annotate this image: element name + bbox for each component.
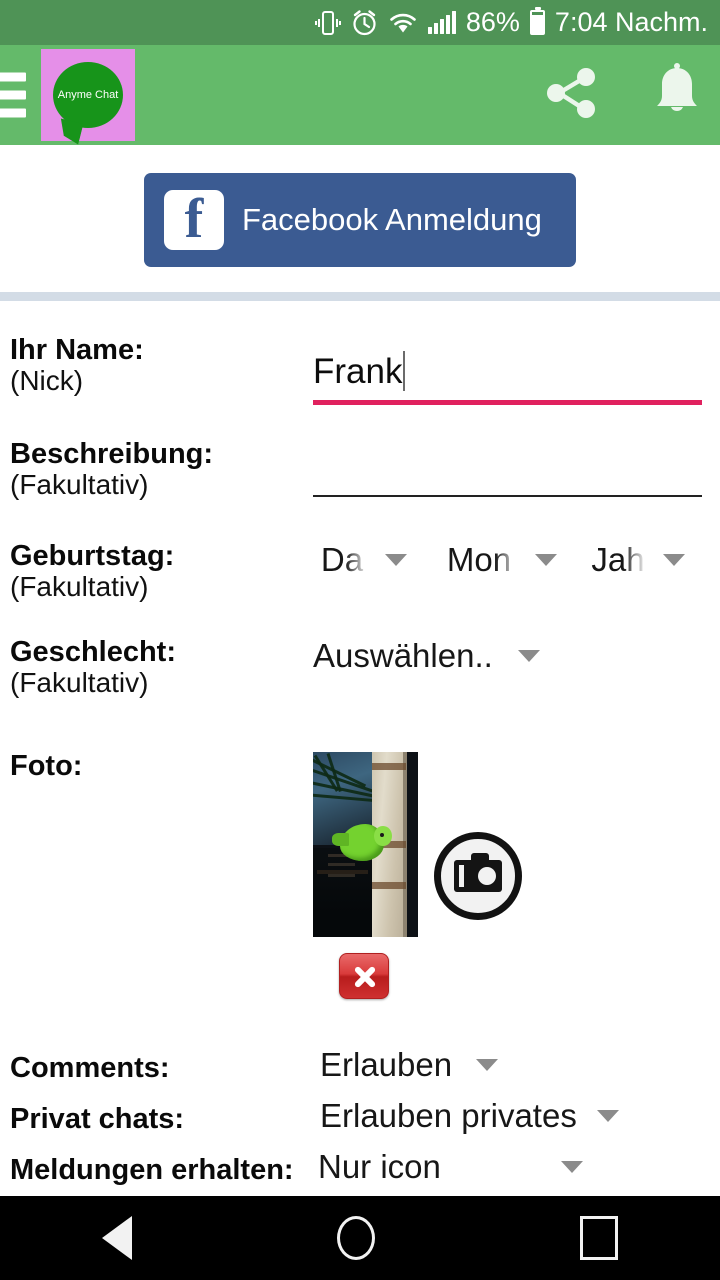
- comments-label: Comments:: [10, 1051, 170, 1084]
- chevron-down-icon: [517, 650, 540, 662]
- camera-button[interactable]: [434, 832, 522, 920]
- birthday-year-select[interactable]: Jah: [587, 541, 685, 579]
- chevron-down-icon: [535, 554, 557, 566]
- chevron-down-icon: [385, 554, 407, 566]
- chevron-down-icon: [663, 554, 685, 566]
- speech-bubble-icon: Anyme Chat: [53, 62, 123, 128]
- battery-icon: [529, 7, 545, 35]
- app-logo: Anyme Chat: [41, 49, 135, 141]
- facebook-login-zone: Facebook Anmeldung: [0, 145, 720, 292]
- delete-x-icon: [351, 963, 377, 989]
- back-triangle-icon[interactable]: [102, 1216, 133, 1260]
- app-logo-label: Anyme Chat: [57, 89, 119, 101]
- chevron-down-icon: [596, 1110, 619, 1122]
- battery-percent: 86%: [465, 7, 520, 37]
- bell-icon[interactable]: [648, 62, 706, 129]
- gender-select-value: Auswählen..: [313, 637, 493, 674]
- status-time: 7:04 Nachm.: [554, 7, 708, 37]
- camera-icon: [454, 853, 502, 892]
- app-bar: Anyme Chat: [0, 45, 720, 145]
- private-chats-label: Privat chats:: [10, 1102, 185, 1135]
- birthday-day-value: Da: [313, 541, 371, 579]
- facebook-login-button[interactable]: Facebook Anmeldung: [144, 173, 576, 267]
- chevron-down-icon: [476, 1059, 499, 1071]
- notifications-label: Meldungen erhalten:: [10, 1153, 294, 1186]
- name-input[interactable]: Frank: [313, 351, 702, 391]
- share-icon[interactable]: [540, 62, 602, 129]
- app-screen: 86% 7:04 Nachm. Anyme Chat f Facebook An…: [0, 0, 720, 1280]
- facebook-icon: [164, 190, 224, 250]
- text-caret: [403, 351, 406, 391]
- gender-select-wrap: Auswählen..: [313, 637, 540, 675]
- status-bar: 86% 7:04 Nachm.: [0, 0, 720, 45]
- photo-thumbnail-wrap[interactable]: [313, 752, 418, 937]
- name-input-wrap[interactable]: Frank: [313, 351, 702, 405]
- vibrate-icon: [314, 9, 341, 37]
- notifications-value: Nur icon: [318, 1148, 441, 1185]
- comments-select[interactable]: Erlauben: [320, 1046, 499, 1084]
- description-input-underline: [313, 495, 702, 497]
- facebook-login-label: Facebook Anmeldung: [242, 202, 542, 237]
- alarm-icon: [351, 9, 378, 37]
- recents-square-icon[interactable]: [579, 1216, 618, 1260]
- home-circle-icon[interactable]: [336, 1216, 375, 1260]
- section-divider: [0, 292, 720, 301]
- name-input-underline: [313, 400, 702, 405]
- description-input-wrap[interactable]: [313, 461, 702, 497]
- signal-icon: [427, 10, 456, 34]
- hamburger-icon[interactable]: [0, 72, 26, 118]
- birthday-year-value: Jah: [587, 541, 649, 579]
- private-chats-select[interactable]: Erlauben privates: [320, 1097, 619, 1135]
- app-bar-actions: [540, 45, 706, 145]
- birthday-selects: Da Mon Jah: [313, 541, 685, 579]
- private-chats-value: Erlauben privates: [320, 1097, 577, 1134]
- notifications-select[interactable]: Nur icon: [318, 1148, 583, 1186]
- birthday-month-select[interactable]: Mon: [437, 541, 557, 579]
- photo-post-band: [371, 881, 407, 889]
- birthday-day-select[interactable]: Da: [313, 541, 407, 579]
- wifi-icon: [388, 11, 418, 35]
- comments-value: Erlauben: [320, 1046, 453, 1083]
- android-nav-bar: [0, 1196, 720, 1280]
- photo-step: [327, 863, 355, 866]
- photo-step: [327, 874, 355, 878]
- delete-photo-button[interactable]: [339, 953, 389, 999]
- gender-select[interactable]: Auswählen..: [313, 637, 540, 675]
- photo-shadow: [313, 848, 372, 937]
- chevron-down-icon: [560, 1161, 583, 1173]
- photo-parrot-tail: [331, 833, 349, 847]
- name-input-value: Frank: [313, 352, 403, 391]
- description-input[interactable]: [313, 461, 702, 495]
- birthday-month-value: Mon: [437, 541, 521, 579]
- profile-photo[interactable]: [313, 752, 418, 937]
- photo-post-band: [371, 763, 407, 771]
